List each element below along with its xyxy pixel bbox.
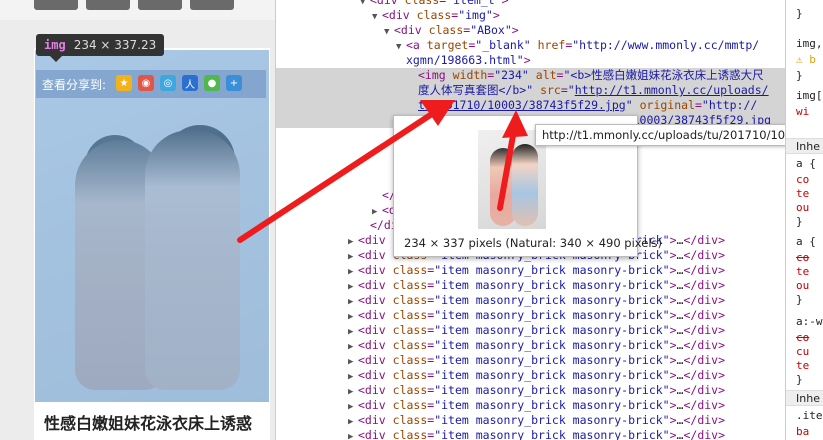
style-rule-line[interactable]: co — [786, 330, 823, 345]
style-rule-line[interactable]: wi — [786, 104, 823, 119]
sina-weibo-icon[interactable]: ◉ — [138, 75, 154, 91]
inspect-badge-tag: img — [44, 38, 66, 52]
styles-panel[interactable]: } img, ⚠ b} img[ wi Inhe a { co te ou} a { co… — [785, 0, 823, 440]
style-rule-line[interactable]: te — [786, 186, 823, 201]
masonry-brick-node[interactable]: ▶<div class="item masonry_brick masonry-… — [276, 278, 785, 293]
style-rule-line[interactable]: ba — [786, 424, 823, 439]
dom-node-line[interactable]: ▼ <div class="ABox"> — [276, 23, 785, 38]
style-rule-line[interactable]: ou — [786, 278, 823, 293]
style-rule-line[interactable]: img[ — [786, 88, 823, 103]
selected-img-node[interactable]: tu/201710/10003/38743f5f29.jpg" original… — [276, 98, 785, 113]
styles-section-header[interactable]: Inhe — [786, 138, 823, 154]
inspect-badge: img 234 × 337.23 — [36, 34, 165, 62]
style-rule-line[interactable]: } — [786, 6, 823, 21]
masonry-brick-node[interactable]: ▶<div class="item masonry_brick masonry-… — [276, 398, 785, 413]
dom-node-line[interactable]: ▼ <div class="item_t"> — [276, 0, 785, 8]
dom-node-line[interactable]: xgmn/198663.html"> — [276, 53, 785, 68]
card-caption[interactable]: 性感白嫩姐妹花泳衣床上诱惑 — [44, 410, 252, 434]
style-rule-line[interactable]: co — [786, 250, 823, 265]
style-rule-line[interactable]: .ite — [786, 408, 823, 423]
renren-icon[interactable]: 人 — [182, 75, 198, 91]
nav-tab[interactable] — [138, 0, 182, 10]
style-rule-line[interactable]: img, — [786, 36, 823, 51]
dom-node-line[interactable]: ▼ <div class="img"> — [276, 8, 785, 23]
style-rule-line[interactable]: ou — [786, 200, 823, 215]
style-rule-line[interactable]: cu — [786, 344, 823, 359]
wechat-icon[interactable]: ● — [204, 75, 220, 91]
selected-img-node[interactable]: 度人体写真套图</b>" src="http://t1.mmonly.cc/up… — [276, 83, 785, 98]
nav-tab[interactable] — [86, 0, 130, 10]
style-rule-line[interactable]: a { — [786, 156, 823, 171]
style-rule-line[interactable]: ⚠ b — [786, 52, 823, 67]
styles-section-header[interactable]: Inhe — [786, 390, 823, 406]
masonry-brick-node[interactable]: ▶<div class="item masonry_brick masonry-… — [276, 338, 785, 353]
style-rule-line[interactable]: te — [786, 358, 823, 373]
page-top-nav — [0, 0, 275, 20]
style-rule-line[interactable]: a { — [786, 234, 823, 249]
masonry-brick-node[interactable]: ▶<div class="item masonry_brick masonry-… — [276, 368, 785, 383]
masonry-brick-node[interactable]: ▶<div class="item masonry_brick masonry-… — [276, 413, 785, 428]
share-label: 查看分享到: — [42, 78, 107, 92]
style-rule-line[interactable]: } — [786, 214, 823, 229]
masonry-brick-node[interactable]: ▶<div class="item masonry_brick masonry-… — [276, 308, 785, 323]
image-preview-size: 234 × 337 pixels (Natural: 340 × 490 pix… — [404, 236, 662, 250]
card-photo[interactable] — [35, 50, 269, 402]
inspect-badge-dims: 234 × 337.23 — [73, 38, 157, 52]
web-page-preview: 查看分享到: ★ ◉ ◎ 人 ● + 性感白嫩姐妹花泳衣床上诱惑 img 234 × 33… — [0, 0, 275, 440]
more-icon[interactable]: + — [226, 75, 242, 91]
masonry-brick-node[interactable]: ▶<div class="item masonry_brick masonry-… — [276, 263, 785, 278]
share-icons: ★ ◉ ◎ 人 ● + — [116, 75, 242, 91]
masonry-brick-node[interactable]: ▶<div class="item masonry_brick masonry-… — [276, 428, 785, 440]
expand-toggle[interactable]: ▶ — [348, 430, 358, 440]
style-rule-line[interactable]: } — [786, 68, 823, 83]
selected-img-node[interactable]: <img width="234" alt="<b>性感白嫩姐妹花泳衣床上诱惑大尺 — [276, 68, 785, 83]
inspect-highlight-overlay — [35, 50, 269, 402]
style-rule-line[interactable]: } — [786, 292, 823, 307]
masonry-brick-node[interactable]: ▶<div class="item masonry_brick masonry-… — [276, 383, 785, 398]
dom-node-line[interactable]: ▼ <a target="_blank" href="http://www.mmo… — [276, 38, 785, 53]
link-url-tooltip: http://t1.mmonly.cc/uploads/tu/201710/10… — [535, 124, 823, 146]
style-rule-line[interactable]: } — [786, 372, 823, 387]
tencent-weibo-icon[interactable]: ◎ — [160, 75, 176, 91]
style-rule-line[interactable]: a:-w — [786, 314, 823, 329]
nav-tab[interactable] — [34, 0, 78, 10]
thumbnail-figure — [512, 144, 538, 226]
qzone-icon[interactable]: ★ — [116, 75, 132, 91]
masonry-brick-node[interactable]: ▶<div class="item masonry_brick masonry-… — [276, 293, 785, 308]
masonry-brick-node[interactable]: ▶<div class="item masonry_brick masonry-… — [276, 323, 785, 338]
style-rule-line[interactable]: co — [786, 172, 823, 187]
masonry-brick-node[interactable]: ▶<div class="item masonry_brick masonry-… — [276, 353, 785, 368]
share-bar: 查看分享到: ★ ◉ ◎ 人 ● + — [36, 70, 266, 98]
style-rule-line[interactable]: te — [786, 264, 823, 279]
nav-tab[interactable] — [190, 0, 234, 10]
